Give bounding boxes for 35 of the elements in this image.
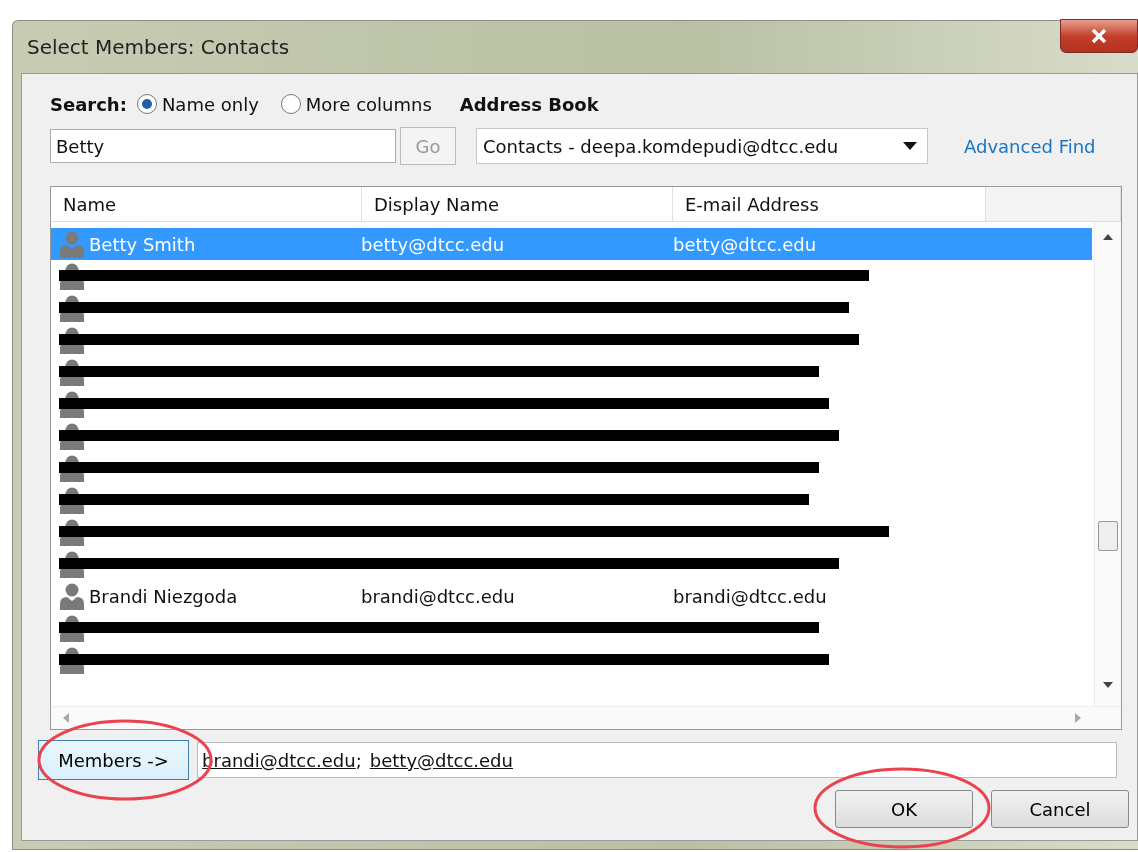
scroll-down-icon[interactable] [1103,682,1113,688]
search-option[interactable]: Name only [136,93,259,115]
window-title: Select Members: Contacts [27,35,290,59]
close-button[interactable] [1060,19,1138,53]
search-field[interactable]: Betty [50,129,396,163]
address-book-dropdown[interactable]: Contacts - deepa.komdepudi@dtcc.edu [476,128,928,164]
name-cell-text: Brandi Niezgoda [89,585,239,607]
radio-button[interactable] [280,94,301,114]
address-book-label: Address Book [459,93,599,115]
display-name-cell-text: brandi@dtcc.edu [361,585,516,607]
dropdown-arrow-icon [903,142,917,150]
ok-button[interactable]: OK [835,790,973,828]
display-name-cell-text: betty@dtcc.edu [361,233,506,255]
radio-button[interactable] [136,94,157,114]
email-cell: brandi@dtcc.edu [673,585,827,607]
option-label: More columns [305,93,432,115]
option-label: Name only [161,93,259,115]
advanced-find-link[interactable]: Advanced Find [964,135,1096,157]
email-cell: betty@dtcc.edu [673,233,817,255]
column-header[interactable]: Display Name [362,187,673,221]
column-header[interactable]: Name [51,187,362,221]
person-icon [59,230,85,258]
recipient-name[interactable]: betty@dtcc.edu [369,749,513,771]
scroll-thumb[interactable] [1098,521,1118,551]
members-button[interactable]: Members -> [38,740,190,780]
name-cell-text: Betty Smith [89,233,197,255]
search-option[interactable]: More columns [280,93,432,115]
contact-row[interactable]: Brandi Niezgoda brandi@dtcc.edu brandi@dtcc.edu [51,580,1092,612]
search-label: Search: [50,93,127,115]
scroll-up-icon[interactable] [1103,234,1113,240]
vertical-scrollbar[interactable] [1094,222,1121,706]
close-icon [1089,28,1109,44]
person-icon [59,582,85,610]
separator: ; [355,749,362,771]
cancel-button[interactable]: Cancel [991,790,1129,828]
